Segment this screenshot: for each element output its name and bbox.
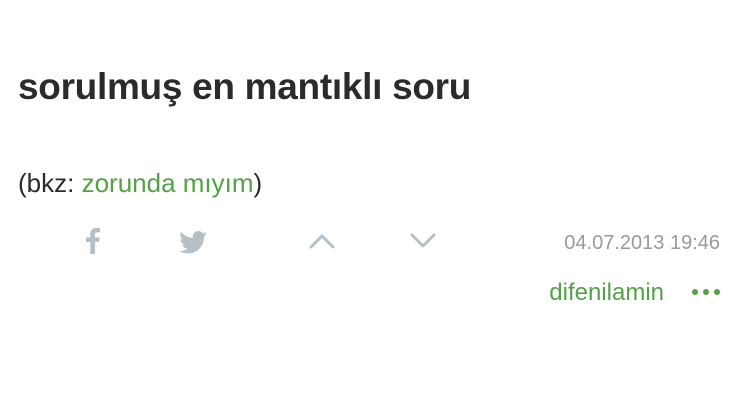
bkz-suffix: ) (253, 168, 263, 198)
more-options-icon (714, 289, 720, 295)
bkz-link[interactable]: zorunda mıyım (82, 168, 254, 198)
chevron-up-icon (309, 234, 335, 249)
twitter-share-button[interactable] (178, 229, 208, 255)
upvote-button[interactable] (308, 230, 336, 252)
twitter-icon (179, 230, 207, 253)
facebook-share-button[interactable] (80, 228, 106, 254)
entry-date[interactable]: 04.07.2013 19:46 (564, 232, 720, 255)
facebook-icon (86, 228, 100, 254)
more-options-icon (703, 289, 709, 295)
entry-title[interactable]: sorulmuş en mantıklı soru (18, 66, 471, 108)
entry-content: (bkz: zorunda mıyım) (18, 168, 262, 199)
entry-author[interactable]: difenilamin (549, 279, 664, 307)
chevron-down-icon (410, 233, 436, 248)
downvote-button[interactable] (409, 230, 437, 252)
more-options-button[interactable] (692, 285, 720, 299)
more-options-icon (692, 289, 698, 295)
bkz-prefix: (bkz: (18, 168, 82, 198)
